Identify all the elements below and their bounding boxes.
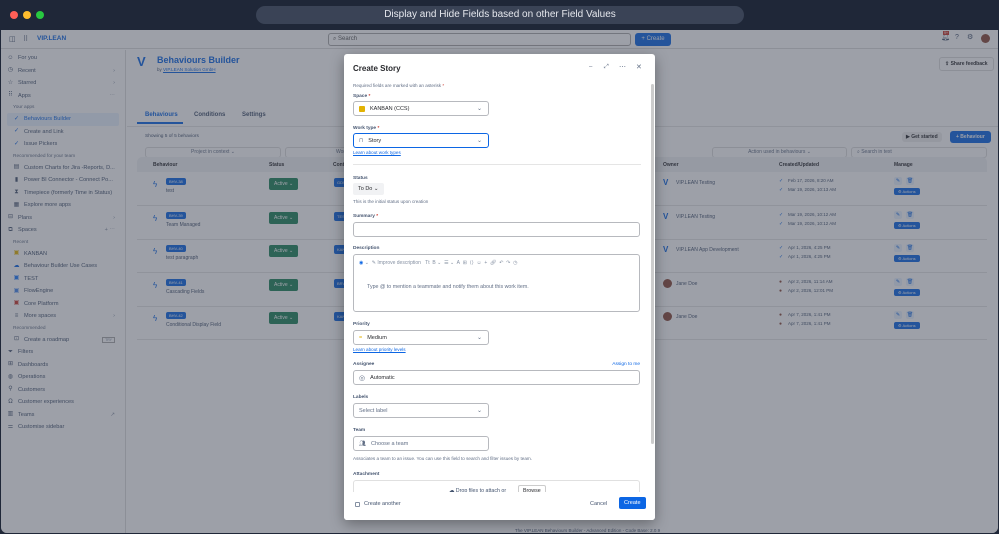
editor-toolbar: ◉ ⌄ ✎ Improve description Tt B ⌄ ☰ ⌄ A ⊞… — [359, 260, 518, 266]
priority-levels-link[interactable]: Learn about priority levels — [353, 347, 406, 352]
cancel-button[interactable]: Cancel — [590, 501, 607, 507]
emoji-icon[interactable]: ☺ — [476, 260, 481, 266]
window-title: Display and Hide Fields based on other F… — [256, 6, 744, 24]
history-icon[interactable]: ◷ — [513, 260, 517, 266]
create-submit-button[interactable]: Create — [619, 497, 646, 509]
improve-description-button[interactable]: ✎ Improve description — [372, 260, 421, 266]
labels-label: Labels — [353, 395, 369, 400]
close-window-button[interactable] — [10, 11, 18, 19]
chevron-down-icon: ⌄ — [476, 106, 482, 112]
description-label: Description — [353, 246, 380, 251]
insert-icon[interactable]: + — [484, 260, 487, 266]
dialog-title: Create Story — [353, 64, 401, 73]
expand-icon[interactable]: ⤢ — [604, 64, 609, 71]
code-icon[interactable]: ⟨⟩ — [470, 260, 474, 266]
team-select[interactable]: 👥︎ Choose a team — [353, 436, 489, 451]
table-icon[interactable]: ⊞ — [463, 260, 467, 266]
assignee-select[interactable]: ◎ Automatic — [353, 370, 640, 385]
space-label: Space * — [353, 94, 371, 99]
dialog-footer: Create another Cancel Create — [344, 492, 655, 520]
team-help: Associates a team to an issue. You can u… — [353, 456, 532, 461]
window-titlebar: Display and Hide Fields based on other F… — [0, 0, 999, 30]
team-icon: 👥︎ — [359, 440, 366, 447]
text-color-icon[interactable]: A — [457, 260, 460, 266]
summary-input[interactable] — [353, 222, 640, 237]
priority-label: Priority — [353, 322, 370, 327]
chevron-down-icon: ⌄ — [476, 335, 482, 341]
priority-medium-icon: = — [359, 334, 363, 341]
status-help: This is the initial status upon creation — [353, 199, 429, 204]
link-icon[interactable]: 🔗︎ — [490, 260, 496, 266]
work-types-link[interactable]: Learn about work types — [353, 150, 401, 155]
redo-icon[interactable]: ↷ — [506, 260, 510, 266]
list-icon[interactable]: ☰ — [444, 260, 448, 266]
priority-select[interactable]: = Medium ⌄ — [353, 330, 489, 345]
description-editor[interactable]: ◉ ⌄ ✎ Improve description Tt B ⌄ ☰ ⌄ A ⊞… — [353, 254, 640, 312]
minimize-icon[interactable]: – — [589, 64, 592, 70]
required-note: Required fields are marked with an aster… — [353, 83, 445, 88]
assign-to-me-link[interactable]: Assign to me — [612, 362, 640, 367]
summary-label: Summary * — [353, 214, 379, 219]
bold-icon[interactable]: B — [432, 260, 435, 266]
create-another-checkbox[interactable] — [355, 502, 360, 507]
maximize-window-button[interactable] — [36, 11, 44, 19]
chevron-down-icon: ⌄ — [476, 408, 482, 414]
ai-icon[interactable]: ◉ — [359, 260, 363, 266]
close-icon[interactable]: ✕ — [636, 63, 642, 71]
user-avatar-icon: ◎ — [359, 374, 366, 382]
undo-icon[interactable]: ↶ — [499, 260, 503, 266]
description-placeholder: Type @ to mention a teammate and notify … — [367, 284, 529, 290]
space-select[interactable]: KANBAN (CCS) ⌄ — [353, 101, 489, 116]
worktype-label: Work type * — [353, 126, 380, 131]
team-label: Team — [353, 428, 366, 433]
more-icon[interactable]: ⋯ — [619, 63, 626, 71]
minimize-window-button[interactable] — [23, 11, 31, 19]
divider — [353, 164, 641, 165]
worktype-select[interactable]: ⊓ Story ⌄ — [353, 133, 489, 148]
chevron-down-icon: ⌄ — [476, 138, 482, 144]
attachment-label: Attachment — [353, 472, 380, 477]
kanban-space-icon — [359, 105, 365, 112]
status-label: Status — [353, 176, 368, 181]
create-story-dialog: Create Story – ⤢ ⋯ ✕ Required fields are… — [344, 54, 655, 520]
dialog-scrollbar[interactable] — [651, 84, 654, 444]
status-dropdown[interactable]: To Do ⌄ — [353, 183, 384, 195]
bookmark-icon: ⊓ — [359, 137, 364, 144]
create-another-label: Create another — [364, 501, 401, 507]
text-style-icon[interactable]: Tt — [425, 260, 429, 266]
assignee-label: Assignee — [353, 362, 375, 367]
labels-select[interactable]: Select label ⌄ — [353, 403, 489, 418]
